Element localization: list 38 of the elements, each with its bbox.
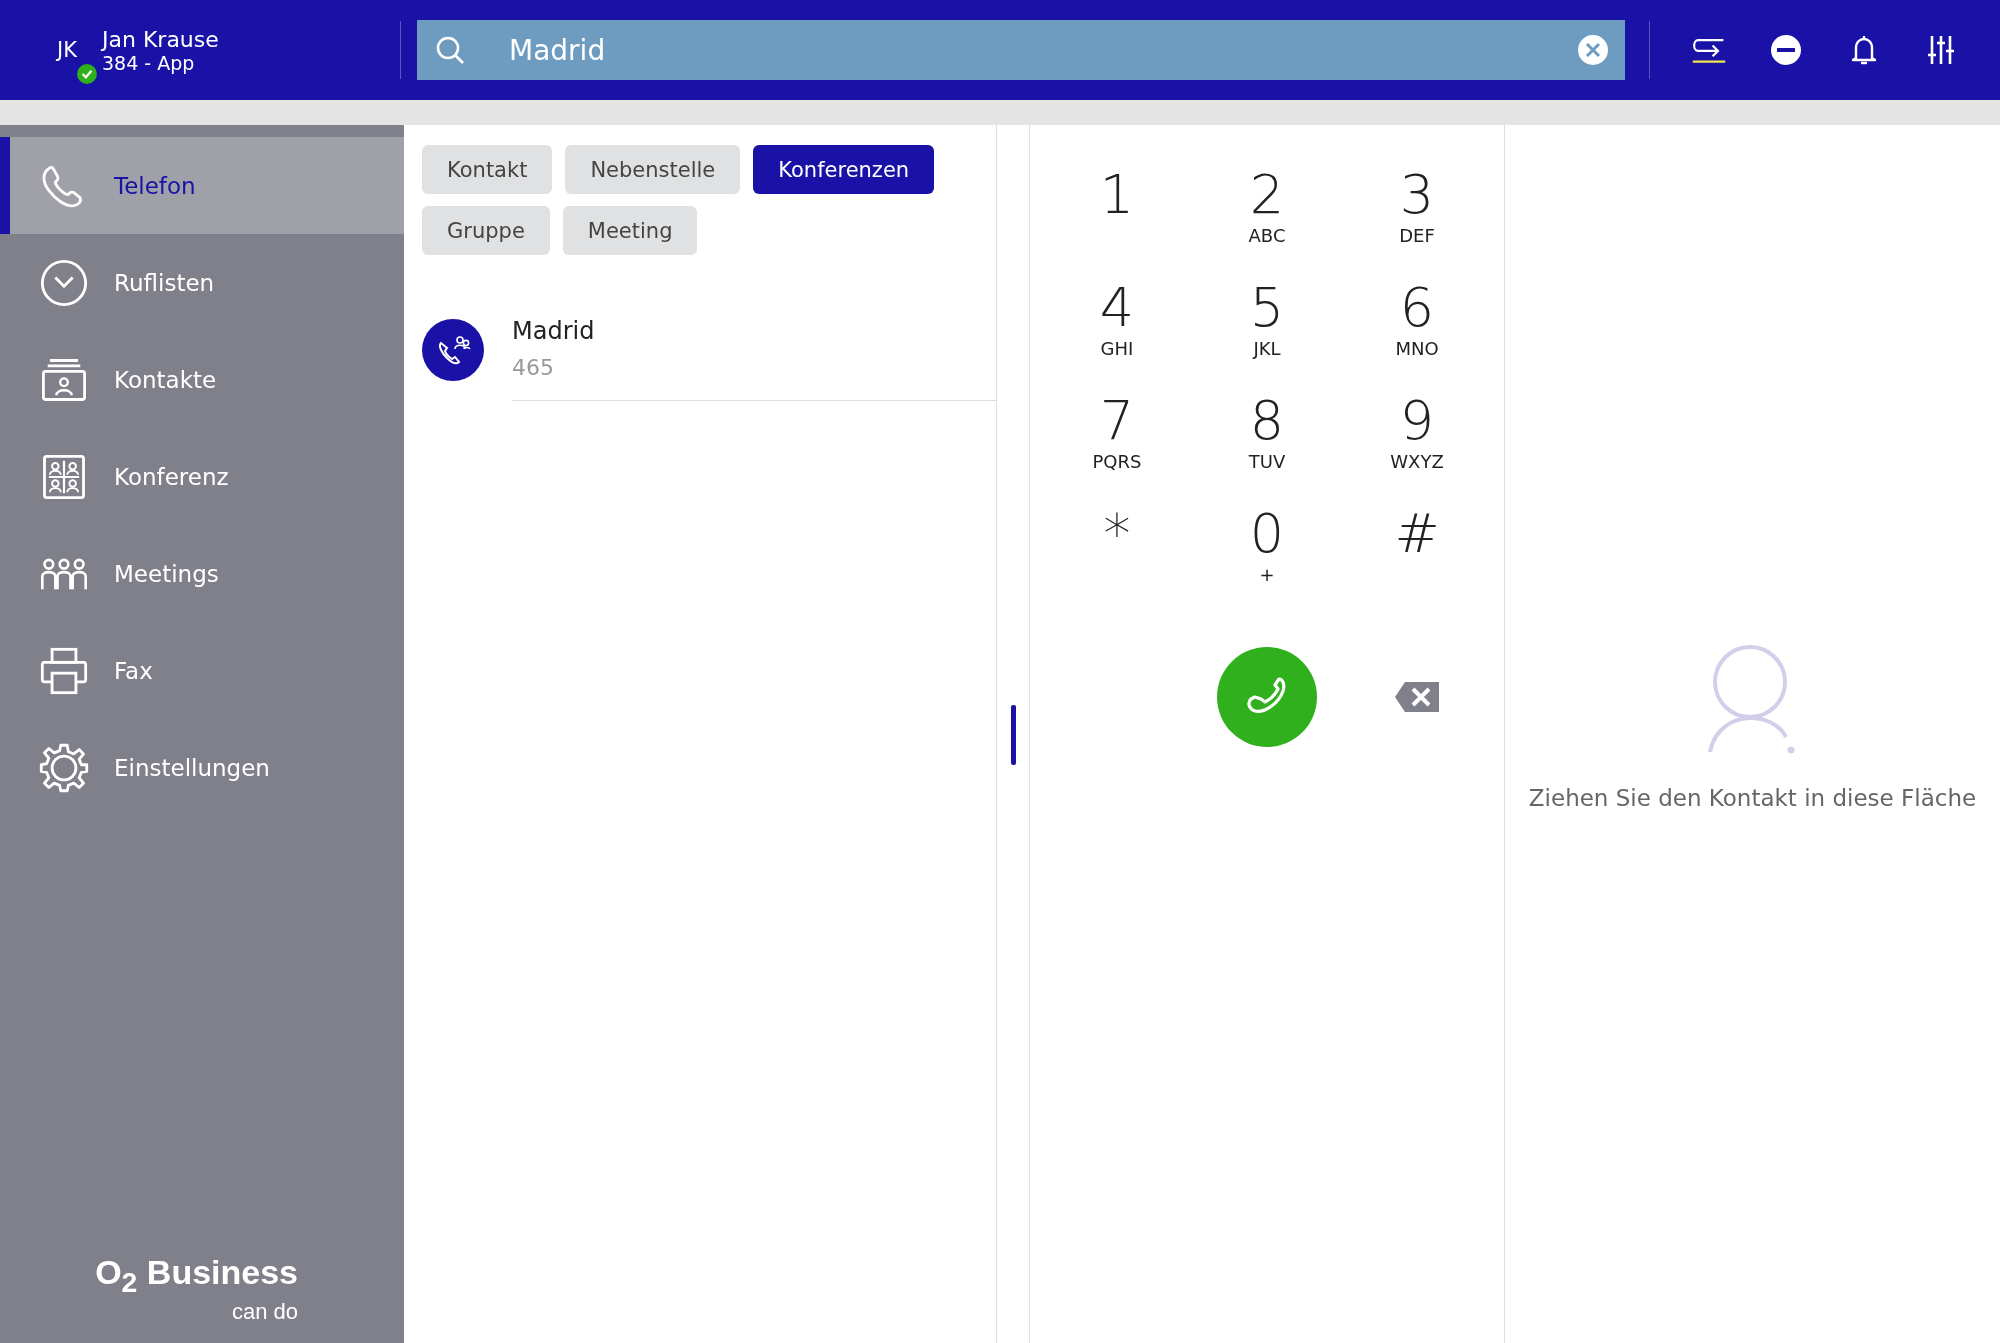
- drop-hint: Ziehen Sie den Kontakt in diese Fläche: [1528, 785, 1977, 811]
- contact-name[interactable]: Madrid: [512, 317, 996, 345]
- sidebar-item[interactable]: Konferenz: [0, 428, 404, 525]
- dial-key[interactable]: 3 DEF: [1342, 165, 1492, 278]
- dial-key[interactable]: #: [1342, 504, 1492, 617]
- dial-key[interactable]: 0 +: [1192, 504, 1342, 617]
- dial-key[interactable]: 9 WXYZ: [1342, 391, 1492, 504]
- gear-icon: [38, 741, 90, 794]
- dial-key[interactable]: *: [1042, 504, 1192, 617]
- dial-key[interactable]: 2 ABC: [1192, 165, 1342, 278]
- brand-logo: O$_{2}$ Business: [95, 1253, 298, 1299]
- sidebar-item[interactable]: Telefon: [0, 137, 404, 234]
- sidebar-item[interactable]: Fax: [0, 622, 404, 719]
- user-name: Jan Krause: [102, 26, 219, 52]
- brand-tagline: can do: [231, 1299, 298, 1325]
- resize-handle[interactable]: [1011, 705, 1016, 765]
- sidebar-item[interactable]: Meetings: [0, 525, 404, 622]
- dial-key[interactable]: 1: [1042, 165, 1192, 278]
- dial-key[interactable]: 5 JKL: [1192, 278, 1342, 391]
- sidebar-item[interactable]: Kontakte: [0, 331, 404, 428]
- user-extension: 384 - App: [102, 51, 196, 74]
- dial-key[interactable]: 7 PQRS: [1042, 391, 1192, 504]
- dial-key[interactable]: 6 MNO: [1342, 278, 1492, 391]
- call-button[interactable]: [1217, 647, 1317, 747]
- filter-tab[interactable]: Kontakt: [422, 145, 553, 194]
- sidebar-item[interactable]: Einstellungen: [0, 719, 404, 816]
- sidebar-item[interactable]: Ruflisten: [0, 234, 404, 331]
- dial-key[interactable]: 8 TUV: [1192, 391, 1342, 504]
- filter-tab[interactable]: Meeting: [562, 206, 698, 255]
- user-initials: JK: [57, 38, 77, 62]
- backspace-icon[interactable]: [1393, 680, 1441, 714]
- conference-call-icon: [422, 319, 484, 381]
- filter-tab[interactable]: Gruppe: [422, 206, 550, 255]
- filter-tab[interactable]: Nebenstelle: [565, 145, 741, 194]
- clear-icon[interactable]: [1577, 34, 1609, 66]
- filter-tab[interactable]: Konferenzen: [753, 145, 935, 194]
- dial-key[interactable]: 4 GHI: [1042, 278, 1192, 391]
- contact-number: 465: [512, 355, 555, 380]
